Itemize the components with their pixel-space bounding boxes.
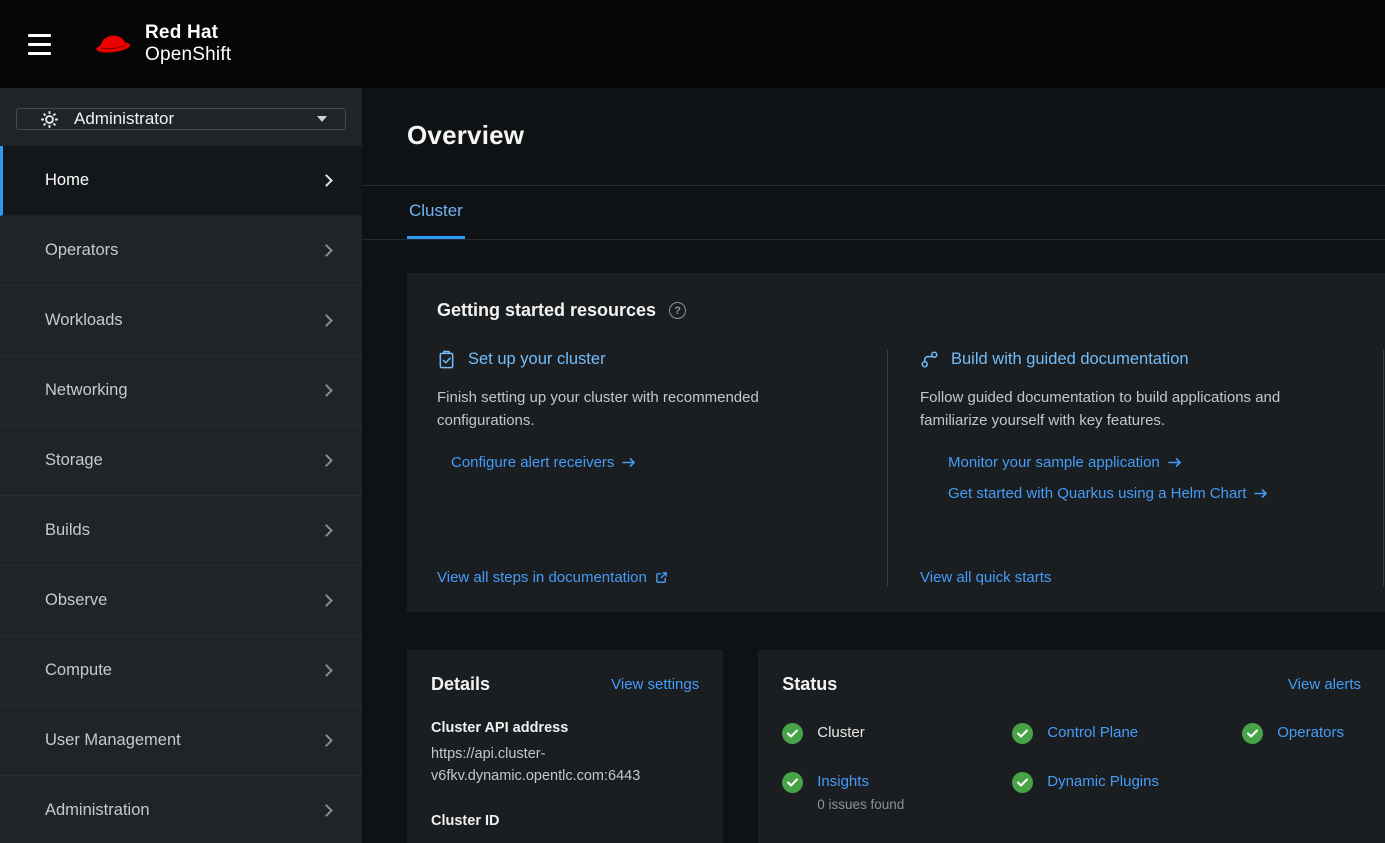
configure-alert-receivers-link[interactable]: Configure alert receivers bbox=[451, 454, 857, 471]
arrow-right-icon bbox=[1168, 457, 1182, 468]
guided-documentation-description: Follow guided documentation to build app… bbox=[920, 386, 1350, 433]
sidebar: Administrator Home Operators Workloads N… bbox=[0, 88, 362, 843]
getting-started-title: Getting started resources bbox=[437, 300, 656, 321]
guided-documentation-links: Monitor your sample application Get star… bbox=[920, 454, 1353, 502]
overview-cards-row: Details View settings Cluster API addres… bbox=[407, 650, 1385, 843]
hamburger-icon bbox=[28, 34, 51, 37]
sidebar-item-builds[interactable]: Builds bbox=[0, 496, 362, 566]
chevron-right-icon bbox=[320, 734, 333, 747]
getting-started-columns: Set up your cluster Finish setting up yo… bbox=[437, 350, 1385, 586]
setup-cluster-heading[interactable]: Set up your cluster bbox=[437, 350, 857, 369]
chevron-right-icon bbox=[320, 454, 333, 467]
status-item-cluster: Cluster bbox=[782, 724, 1012, 744]
arrow-right-icon bbox=[622, 457, 636, 468]
external-link-icon bbox=[655, 571, 668, 584]
status-card-title: Status bbox=[782, 674, 837, 695]
page-title: Overview bbox=[407, 120, 1340, 151]
details-card: Details View settings Cluster API addres… bbox=[407, 650, 723, 843]
sidebar-nav: Home Operators Workloads Networking Stor… bbox=[0, 146, 362, 843]
check-circle-icon bbox=[782, 723, 803, 744]
redhat-fedora-icon bbox=[92, 29, 134, 59]
chevron-right-icon bbox=[320, 244, 333, 257]
status-item-insights: Insights 0 issues found bbox=[782, 773, 1012, 812]
cluster-api-address-value: https://api.cluster-v6fkv.dynamic.opentl… bbox=[431, 743, 699, 788]
sidebar-item-administration[interactable]: Administration bbox=[0, 776, 362, 843]
status-grid: Cluster Control Plane bbox=[782, 724, 1361, 812]
chevron-right-icon bbox=[320, 804, 333, 817]
cluster-api-address-label: Cluster API address bbox=[431, 720, 699, 736]
chevron-right-icon bbox=[320, 384, 333, 397]
checklist-clipboard-icon bbox=[437, 350, 456, 369]
check-circle-icon bbox=[1012, 772, 1033, 793]
status-item-control-plane: Control Plane bbox=[1012, 724, 1242, 744]
insights-issues-count: 0 issues found bbox=[817, 797, 904, 812]
logo-product-text: OpenShift bbox=[145, 44, 231, 66]
view-all-quick-starts-link[interactable]: View all quick starts bbox=[920, 569, 1353, 586]
details-card-title: Details bbox=[431, 674, 490, 695]
chevron-right-icon bbox=[320, 174, 333, 187]
tab-cluster[interactable]: Cluster bbox=[407, 186, 465, 239]
status-item-dynamic-plugins: Dynamic Plugins bbox=[1012, 773, 1242, 812]
caret-down-icon bbox=[317, 116, 327, 122]
status-link-insights[interactable]: Insights bbox=[817, 773, 869, 790]
getting-started-card: Getting started resources ? Set up your … bbox=[407, 273, 1385, 612]
sidebar-item-compute[interactable]: Compute bbox=[0, 636, 362, 706]
logo-brand-text: Red Hat bbox=[145, 22, 231, 44]
status-card: Status View alerts Cluster bbox=[758, 650, 1385, 843]
sidebar-item-observe[interactable]: Observe bbox=[0, 566, 362, 636]
check-circle-icon bbox=[1012, 723, 1033, 744]
status-item-operators: Operators bbox=[1242, 724, 1361, 744]
chevron-right-icon bbox=[320, 314, 333, 327]
page-body: Getting started resources ? Set up your … bbox=[362, 240, 1385, 843]
page-header: Overview bbox=[362, 88, 1385, 186]
check-circle-icon bbox=[1242, 723, 1263, 744]
view-alerts-link[interactable]: View alerts bbox=[1288, 676, 1361, 693]
details-card-header: Details View settings bbox=[431, 674, 699, 695]
arrow-right-icon bbox=[1254, 488, 1268, 499]
perspective-label: Administrator bbox=[74, 109, 174, 129]
chevron-right-icon bbox=[320, 594, 333, 607]
setup-cluster-column: Set up your cluster Finish setting up yo… bbox=[437, 350, 887, 586]
sidebar-item-workloads[interactable]: Workloads bbox=[0, 286, 362, 356]
sidebar-item-operators[interactable]: Operators bbox=[0, 216, 362, 286]
sidebar-item-home[interactable]: Home bbox=[0, 146, 362, 216]
status-label-cluster: Cluster bbox=[817, 724, 865, 741]
masthead: Red Hat OpenShift bbox=[0, 0, 1385, 88]
gear-icon bbox=[40, 110, 59, 129]
monitor-sample-application-link[interactable]: Monitor your sample application bbox=[948, 454, 1353, 471]
quarkus-helm-chart-link[interactable]: Get started with Quarkus using a Helm Ch… bbox=[948, 485, 1353, 502]
guided-documentation-column: Build with guided documentation Follow g… bbox=[888, 350, 1383, 586]
tab-strip: Cluster bbox=[362, 186, 1385, 240]
sidebar-item-user-management[interactable]: User Management bbox=[0, 706, 362, 776]
logo-text: Red Hat OpenShift bbox=[145, 22, 231, 67]
check-circle-icon bbox=[782, 772, 803, 793]
status-link-control-plane[interactable]: Control Plane bbox=[1047, 724, 1138, 741]
sidebar-item-networking[interactable]: Networking bbox=[0, 356, 362, 426]
status-link-dynamic-plugins[interactable]: Dynamic Plugins bbox=[1047, 773, 1159, 790]
guided-documentation-heading[interactable]: Build with guided documentation bbox=[920, 350, 1353, 369]
chevron-right-icon bbox=[320, 524, 333, 537]
status-card-header: Status View alerts bbox=[782, 674, 1361, 695]
route-icon bbox=[920, 350, 939, 369]
openshift-logo: Red Hat OpenShift bbox=[92, 22, 231, 67]
setup-cluster-description: Finish setting up your cluster with reco… bbox=[437, 386, 857, 433]
cluster-id-label: Cluster ID bbox=[431, 813, 699, 829]
app-body: Administrator Home Operators Workloads N… bbox=[0, 88, 1385, 843]
sidebar-item-storage[interactable]: Storage bbox=[0, 426, 362, 496]
setup-cluster-links: Configure alert receivers bbox=[437, 454, 857, 471]
status-link-operators[interactable]: Operators bbox=[1277, 724, 1344, 741]
perspective-switcher[interactable]: Administrator bbox=[16, 108, 346, 130]
main-content: Overview Cluster Getting started resourc… bbox=[362, 88, 1385, 843]
chevron-right-icon bbox=[320, 664, 333, 677]
view-all-steps-link[interactable]: View all steps in documentation bbox=[437, 569, 857, 586]
getting-started-header: Getting started resources ? bbox=[437, 300, 1385, 321]
guided-documentation-title: Build with guided documentation bbox=[951, 350, 1189, 369]
nav-toggle-button[interactable] bbox=[28, 24, 68, 64]
setup-cluster-title: Set up your cluster bbox=[468, 350, 606, 369]
view-settings-link[interactable]: View settings bbox=[611, 676, 699, 693]
help-icon[interactable]: ? bbox=[669, 302, 686, 319]
